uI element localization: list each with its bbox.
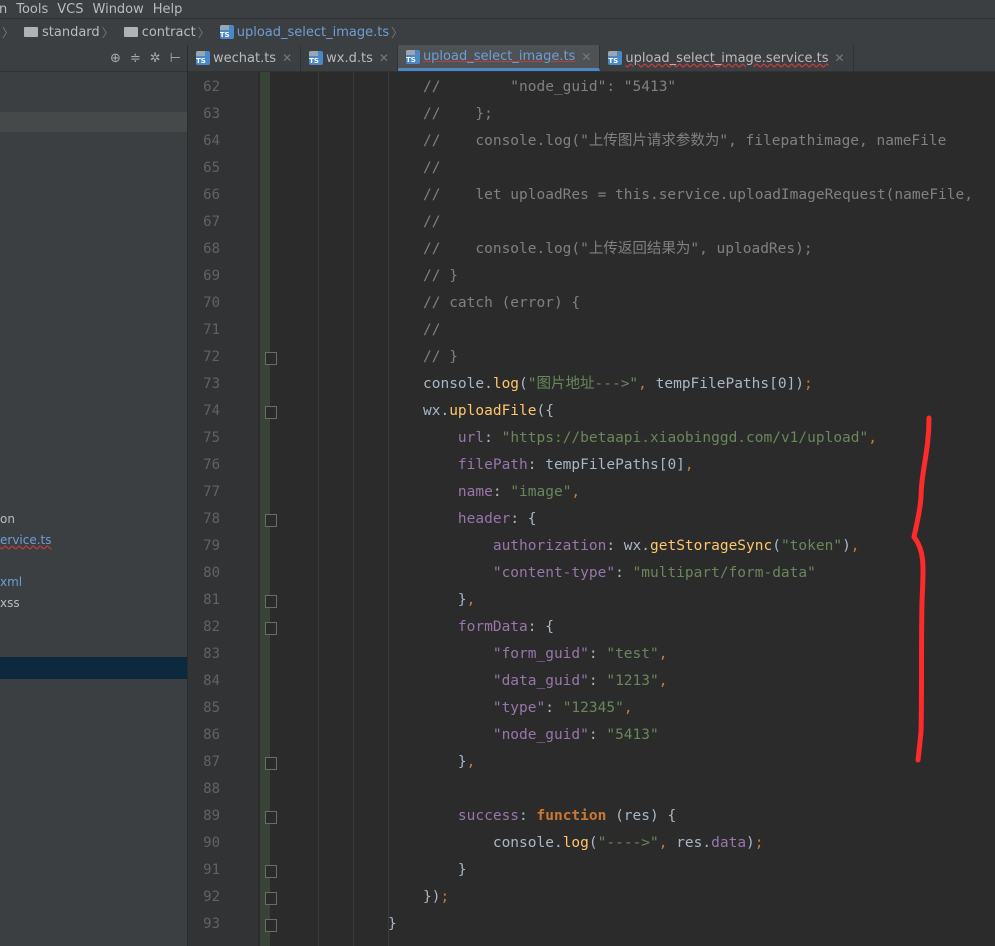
chevron-right-icon: 〉	[101, 25, 114, 40]
tree-item[interactable]: on	[0, 512, 15, 526]
breadcrumb: 〉 standard 〉 contract 〉 TS upload_select…	[0, 18, 995, 46]
tree-item[interactable]: ervice.ts	[0, 533, 52, 547]
close-icon[interactable]: ✕	[282, 51, 292, 65]
typescript-file-icon: TS	[405, 49, 420, 64]
code-editor[interactable]: 62// "node_guid": "5413" 63// }; 64// cons…	[188, 72, 995, 946]
project-panel: ⊕ ≑ ✲ ⊢ on ervice.ts xml xss	[0, 45, 188, 946]
tree-item-label: xml	[0, 575, 23, 589]
typescript-file-icon: TS	[608, 51, 623, 65]
chevron-right-icon: 〉	[391, 25, 404, 40]
breadcrumb-label: standard	[42, 24, 100, 40]
breadcrumb-item-standard[interactable]: standard 〉	[24, 24, 118, 41]
tab-wechat[interactable]: TS wechat.ts ✕	[188, 45, 302, 71]
breadcrumb-item-contract[interactable]: contract 〉	[123, 24, 214, 41]
menu-item-help[interactable]: Help	[153, 2, 183, 17]
breadcrumb-label: upload_select_image.ts	[236, 24, 390, 40]
tab-label: upload_select_image.ts	[422, 49, 576, 64]
project-toolbar: ⊕ ≑ ✲ ⊢	[0, 45, 187, 72]
folder-icon	[123, 27, 138, 37]
close-icon[interactable]: ✕	[379, 51, 389, 65]
selected-tree-item[interactable]	[0, 657, 187, 679]
collapse-all-icon[interactable]: ≑	[130, 51, 141, 66]
tab-upload-select-image[interactable]: TS upload_select_image.ts ✕	[397, 45, 601, 71]
tree-item-label: on	[0, 512, 15, 526]
menu-bar: n Tools VCS Window Help	[0, 0, 995, 18]
tab-label: wx.d.ts	[326, 50, 373, 66]
menu-item-tools[interactable]: Tools	[16, 2, 48, 17]
chevron-right-icon: 〉	[197, 25, 210, 40]
editor-tabs: TS wechat.ts ✕ TS wx.d.ts ✕ TS upload_se…	[188, 45, 995, 72]
menu-item-window[interactable]: Window	[93, 2, 144, 17]
close-icon[interactable]: ✕	[581, 50, 591, 64]
menu-item-vcs[interactable]: VCS	[57, 2, 83, 17]
breadcrumb-item-file[interactable]: TS upload_select_image.ts 〉	[219, 24, 407, 41]
settings-icon[interactable]: ✲	[150, 51, 161, 66]
typescript-file-icon: TS	[309, 51, 324, 65]
tree-item-label: xss	[0, 596, 20, 610]
typescript-file-icon: TS	[196, 51, 210, 65]
tab-label: wechat.ts	[213, 50, 277, 66]
tree-item[interactable]: xss	[0, 596, 20, 610]
tab-wx-d[interactable]: TS wx.d.ts ✕	[301, 45, 398, 71]
tab-label: upload_select_image.service.ts	[625, 50, 829, 66]
typescript-file-icon: TS	[219, 25, 234, 39]
hide-panel-icon[interactable]: ⊢	[170, 51, 181, 66]
breadcrumb-label: contract	[141, 24, 196, 40]
tree-item-label: ervice.ts	[0, 533, 52, 547]
tree-item[interactable]: xml	[0, 575, 22, 589]
folder-icon	[24, 27, 39, 37]
selected-row-highlight	[0, 112, 187, 132]
breadcrumb-separator: 〉	[2, 25, 15, 40]
menu-item-truncated[interactable]: n	[0, 2, 7, 17]
close-icon[interactable]: ✕	[835, 51, 845, 65]
red-annotation-stroke	[911, 415, 932, 763]
locate-icon[interactable]: ⊕	[110, 51, 121, 66]
tab-upload-select-image-service[interactable]: TS upload_select_image.service.ts ✕	[600, 45, 854, 71]
